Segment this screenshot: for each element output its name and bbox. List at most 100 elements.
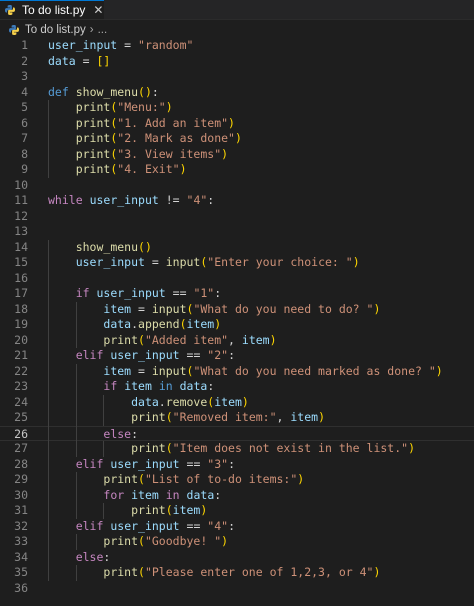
code-text: else: bbox=[48, 549, 111, 566]
code-text: print("4. Exit") bbox=[48, 162, 187, 178]
code-line[interactable]: 21 elif user_input == "2": bbox=[0, 348, 474, 364]
code-line[interactable]: 8 print("3. View items") bbox=[0, 147, 474, 163]
code-token: else bbox=[75, 549, 104, 564]
code-token: if bbox=[103, 379, 118, 393]
code-token: item bbox=[214, 394, 242, 409]
code-token: "4. Exit" bbox=[117, 162, 180, 176]
code-line[interactable]: 27 print("Item does not exist in the lis… bbox=[0, 441, 474, 457]
line-number: 23 bbox=[14, 379, 28, 393]
code-token: data bbox=[48, 53, 76, 68]
code-token: "4" bbox=[207, 518, 229, 533]
code-line[interactable]: 28 elif user_input == "3": bbox=[0, 457, 474, 473]
code-line[interactable]: 12 bbox=[0, 209, 474, 225]
code-token: user_input bbox=[89, 193, 159, 207]
code-line[interactable]: 30 for item in data: bbox=[0, 488, 474, 504]
code-token: "Menu:" bbox=[117, 100, 166, 114]
code-editor[interactable]: 1 user_input = "random" 2 data = [] 3 4 def sh… bbox=[0, 38, 474, 606]
code-line[interactable]: 20 print("Added item", item) bbox=[0, 333, 474, 349]
chevron-right-icon: › bbox=[89, 24, 94, 36]
code-token: item bbox=[290, 410, 319, 424]
code-token: item bbox=[103, 301, 132, 316]
code-line[interactable]: 15 user_input = input("Enter your choice… bbox=[0, 255, 474, 271]
code-token: print bbox=[75, 131, 111, 145]
tab-to-do-list[interactable]: To do list.py ✕ bbox=[0, 0, 104, 19]
line-number: 16 bbox=[14, 270, 28, 285]
code-line[interactable]: 16 bbox=[0, 271, 474, 287]
code-token: "2" bbox=[207, 348, 229, 362]
code-line[interactable]: 33 print("Goodbye! ") bbox=[0, 534, 474, 550]
code-token: user_input bbox=[110, 518, 180, 533]
code-token: "1" bbox=[193, 286, 215, 300]
line-number: 10 bbox=[14, 177, 28, 192]
code-line[interactable]: 5 print("Menu:") bbox=[0, 100, 474, 116]
code-line[interactable]: 11 while user_input != "4": bbox=[0, 193, 474, 209]
code-token: in bbox=[158, 379, 173, 393]
code-line[interactable]: 17 if user_input == "1": bbox=[0, 286, 474, 302]
line-number: 26 bbox=[14, 426, 28, 441]
code-line[interactable]: 14 show_menu() bbox=[0, 240, 474, 256]
code-line[interactable]: 29 print("List of to-do items:") bbox=[0, 472, 474, 488]
code-token: print bbox=[131, 441, 166, 455]
line-number: 24 bbox=[14, 394, 28, 409]
code-line[interactable]: 35 print("Please enter one of 1,2,3, or … bbox=[0, 565, 474, 581]
code-token: ) bbox=[435, 363, 443, 378]
code-token: ( bbox=[138, 534, 145, 548]
code-token: "3" bbox=[207, 456, 229, 471]
line-number: 36 bbox=[14, 580, 28, 595]
line-number: 28 bbox=[14, 456, 28, 471]
code-line[interactable]: 13 bbox=[0, 224, 474, 240]
code-line[interactable]: 31 print(item) bbox=[0, 503, 474, 519]
close-icon[interactable]: ✕ bbox=[93, 3, 103, 17]
code-text: print("Added item", item) bbox=[48, 332, 276, 349]
code-text: elif user_input == "4": bbox=[48, 519, 235, 535]
indent-guide bbox=[48, 239, 49, 581]
code-line[interactable]: 25 print("Removed item:", item) bbox=[0, 410, 474, 426]
indent-guide bbox=[75, 534, 77, 550]
code-token: ) bbox=[373, 565, 381, 579]
line-number: 15 bbox=[14, 255, 28, 269]
code-token: "3. View items" bbox=[117, 146, 222, 161]
breadcrumb-more[interactable]: ... bbox=[98, 24, 108, 36]
code-line[interactable]: 2 data = [] bbox=[0, 54, 474, 70]
code-token: ) bbox=[221, 146, 229, 161]
line-number: 12 bbox=[14, 208, 28, 223]
code-line[interactable]: 34 else: bbox=[0, 550, 474, 566]
code-token: ( bbox=[165, 410, 173, 424]
code-token: ( bbox=[179, 317, 187, 331]
code-line[interactable]: 18 item = input("What do you need to do?… bbox=[0, 302, 474, 318]
code-line[interactable]: 6 print("1. Add an item") bbox=[0, 116, 474, 132]
tab-bar: To do list.py ✕ bbox=[0, 0, 474, 20]
code-token: , bbox=[228, 332, 242, 347]
code-token: = bbox=[75, 53, 97, 68]
breadcrumb-file[interactable]: To do list.py bbox=[25, 24, 86, 36]
code-token: ) bbox=[408, 441, 415, 455]
code-line[interactable]: 7 print("2. Mark as done") bbox=[0, 131, 474, 147]
code-line[interactable]: 32 elif user_input == "4": bbox=[0, 519, 474, 535]
code-token: user_input bbox=[48, 38, 118, 52]
code-line[interactable]: 23 if item in data: bbox=[0, 379, 474, 395]
code-line[interactable]: 10 bbox=[0, 178, 474, 194]
code-token: user_input bbox=[110, 348, 180, 362]
code-line[interactable]: 19 data.append(item) bbox=[0, 317, 474, 333]
line-number: 14 bbox=[14, 239, 28, 254]
code-line[interactable]: 26 else: bbox=[0, 425, 474, 441]
code-line[interactable]: 36 bbox=[0, 581, 474, 597]
indent-guide bbox=[103, 503, 105, 519]
code-line[interactable]: 4 def show_menu(): bbox=[0, 85, 474, 101]
line-number: 18 bbox=[14, 301, 28, 316]
code-line[interactable]: 1 user_input = "random" bbox=[0, 38, 474, 54]
line-number: 13 bbox=[14, 224, 28, 238]
code-line[interactable]: 3 bbox=[0, 69, 474, 85]
code-token: elif bbox=[75, 348, 104, 362]
code-line[interactable]: 22 item = input("What do you need marked… bbox=[0, 364, 474, 380]
line-number: 3 bbox=[21, 69, 28, 83]
indent-guide bbox=[75, 363, 77, 457]
code-line[interactable]: 24 data.remove(item) bbox=[0, 395, 474, 411]
code-token: ) bbox=[221, 534, 229, 548]
code-line[interactable]: 9 print("4. Exit") bbox=[0, 162, 474, 178]
